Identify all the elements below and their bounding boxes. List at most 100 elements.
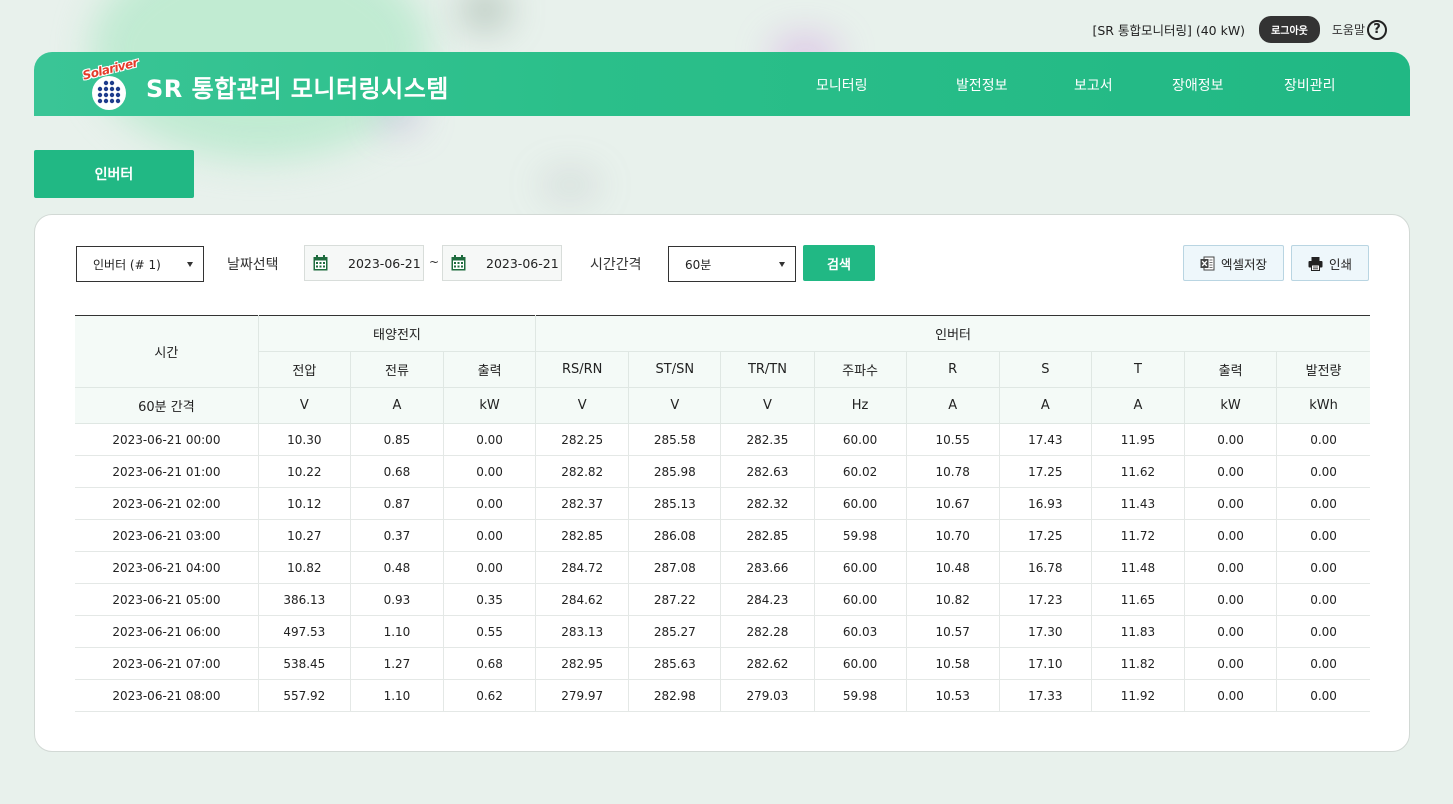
value-cell: 0.00	[1184, 551, 1278, 584]
value-cell: 0.48	[350, 551, 445, 584]
value-cell: 10.82	[258, 551, 351, 584]
value-cell: 282.95	[535, 647, 630, 680]
data-table-scroll[interactable]: 시간 태양전지 인버터 전압 전류 출력 RS/RN ST/SN TR/TN 주파수 R S T 출…	[75, 315, 1370, 715]
value-cell: 0.00	[1184, 583, 1278, 616]
value-cell: 60.00	[814, 487, 907, 520]
unit-header: V	[720, 387, 815, 424]
value-cell: 0.00	[443, 519, 537, 552]
value-cell: 0.00	[1276, 519, 1370, 552]
date-to-field[interactable]: 2023-06-21	[442, 245, 562, 281]
column-header: ST/SN	[628, 351, 722, 388]
inverter-select[interactable]: 인버터 (# 1)	[76, 246, 204, 282]
value-cell: 0.00	[1184, 423, 1278, 456]
value-cell: 283.66	[720, 551, 815, 584]
chevron-down-icon	[187, 262, 193, 267]
value-cell: 283.13	[535, 615, 630, 648]
date-to-value: 2023-06-21	[486, 256, 559, 271]
nav-reports[interactable]: 보고서	[1074, 75, 1113, 95]
nav-generation-info[interactable]: 발전정보	[956, 75, 1008, 95]
help-link[interactable]: 도움말 ?	[1331, 19, 1387, 40]
value-cell: 10.12	[258, 487, 351, 520]
value-cell: 17.25	[999, 455, 1092, 488]
value-cell: 386.13	[258, 583, 351, 616]
column-header: 주파수	[814, 351, 907, 388]
value-cell: 285.63	[628, 647, 722, 680]
value-cell: 11.43	[1091, 487, 1186, 520]
value-cell: 0.00	[1184, 487, 1278, 520]
calendar-icon	[451, 255, 466, 271]
value-cell: 10.27	[258, 519, 351, 552]
table-row: 2023-06-21 01:00 10.22 0.68 0.00 282.82 285.9…	[75, 455, 1370, 488]
value-cell: 1.10	[350, 615, 445, 648]
time-cell: 2023-06-21 06:00	[75, 615, 259, 648]
excel-icon	[1200, 256, 1215, 270]
print-button[interactable]: 인쇄	[1291, 245, 1369, 281]
value-cell: 0.37	[350, 519, 445, 552]
value-cell: 11.72	[1091, 519, 1186, 552]
value-cell: 0.68	[350, 455, 445, 488]
tab-inverter[interactable]: 인버터	[34, 150, 194, 198]
search-button[interactable]: 검색	[803, 245, 875, 281]
value-cell: 11.82	[1091, 647, 1186, 680]
header-time: 시간	[75, 315, 259, 388]
value-cell: 60.03	[814, 615, 907, 648]
value-cell: 279.97	[535, 679, 630, 712]
column-header: 발전량	[1276, 351, 1370, 388]
value-cell: 497.53	[258, 615, 351, 648]
value-cell: 0.93	[350, 583, 445, 616]
printer-icon	[1308, 256, 1323, 271]
value-cell: 0.00	[443, 455, 537, 488]
table-row: 2023-06-21 02:00 10.12 0.87 0.00 282.37 285.1…	[75, 487, 1370, 520]
help-label: 도움말	[1331, 23, 1365, 37]
value-cell: 538.45	[258, 647, 351, 680]
time-cell: 2023-06-21 03:00	[75, 519, 259, 552]
table-row: 2023-06-21 03:00 10.27 0.37 0.00 282.85 286.0…	[75, 519, 1370, 552]
value-cell: 0.87	[350, 487, 445, 520]
value-cell: 10.82	[906, 583, 1000, 616]
value-cell: 10.55	[906, 423, 1000, 456]
value-cell: 17.25	[999, 519, 1092, 552]
table-row: 2023-06-21 04:00 10.82 0.48 0.00 284.72 287.0…	[75, 551, 1370, 584]
unit-header: V	[628, 387, 722, 424]
value-cell: 17.43	[999, 423, 1092, 456]
value-cell: 282.85	[720, 519, 815, 552]
interval-select[interactable]: 60분	[668, 246, 796, 282]
content-card: 인버터 (# 1) 날짜선택 2023-06-21 ~ 2023-06-21 시…	[34, 214, 1410, 752]
time-cell: 2023-06-21 04:00	[75, 551, 259, 584]
value-cell: 11.65	[1091, 583, 1186, 616]
column-header: T	[1091, 351, 1186, 388]
column-header: R	[906, 351, 1000, 388]
top-bar: [SR 통합모니터링] (40 kW) 로그아웃 도움말 ?	[1093, 16, 1387, 43]
nav-monitoring[interactable]: 모니터링	[816, 75, 868, 95]
value-cell: 284.62	[535, 583, 630, 616]
value-cell: 10.57	[906, 615, 1000, 648]
value-cell: 11.48	[1091, 551, 1186, 584]
value-cell: 0.00	[1276, 615, 1370, 648]
value-cell: 282.35	[720, 423, 815, 456]
time-cell: 2023-06-21 08:00	[75, 679, 259, 712]
value-cell: 282.82	[535, 455, 630, 488]
value-cell: 17.23	[999, 583, 1092, 616]
column-header: TR/TN	[720, 351, 815, 388]
site-header: Solariver SR 통합관리 모니터링시스템 모니터링 발전정보 보고서 …	[34, 52, 1410, 116]
time-cell: 2023-06-21 02:00	[75, 487, 259, 520]
value-cell: 11.62	[1091, 455, 1186, 488]
value-cell: 17.10	[999, 647, 1092, 680]
nav-fault-info[interactable]: 장애정보	[1172, 75, 1224, 95]
date-from-value: 2023-06-21	[348, 256, 421, 271]
excel-save-button[interactable]: 엑셀저장	[1183, 245, 1284, 281]
logout-button[interactable]: 로그아웃	[1259, 16, 1320, 43]
inverter-data-table: 시간 태양전지 인버터 전압 전류 출력 RS/RN ST/SN TR/TN 주파수 R S T 출…	[75, 315, 1370, 712]
value-cell: 282.63	[720, 455, 815, 488]
date-from-field[interactable]: 2023-06-21	[304, 245, 424, 281]
value-cell: 0.00	[1276, 551, 1370, 584]
value-cell: 60.00	[814, 551, 907, 584]
value-cell: 10.78	[906, 455, 1000, 488]
unit-header: A	[1091, 387, 1186, 424]
value-cell: 11.83	[1091, 615, 1186, 648]
nav-equipment[interactable]: 장비관리	[1284, 75, 1336, 95]
value-cell: 0.00	[1276, 679, 1370, 712]
time-cell: 2023-06-21 00:00	[75, 423, 259, 456]
value-cell: 0.00	[1276, 455, 1370, 488]
value-cell: 282.37	[535, 487, 630, 520]
